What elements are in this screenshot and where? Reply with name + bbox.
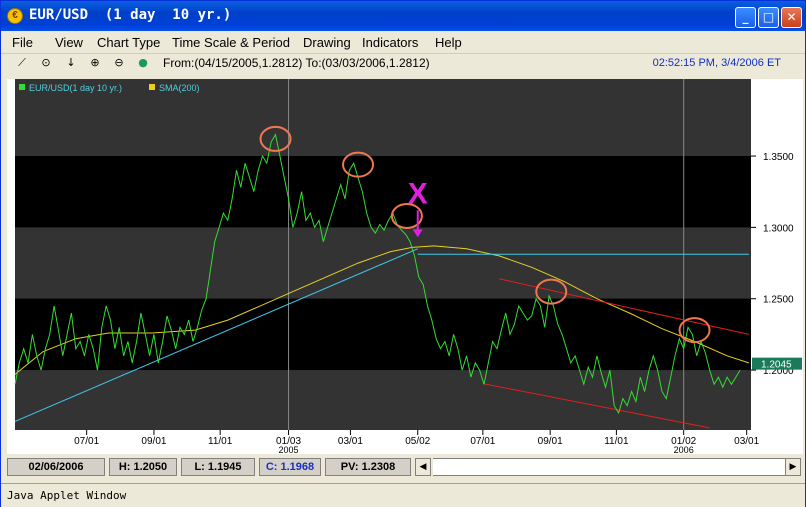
- menu-view[interactable]: View: [55, 35, 83, 50]
- status-low: L: 1.1945: [181, 458, 255, 476]
- grid-band: [15, 298, 751, 371]
- menu-help[interactable]: Help: [435, 35, 462, 50]
- applet-footer: Java Applet Window: [1, 483, 805, 507]
- menu-file[interactable]: File: [12, 35, 33, 50]
- maximize-button[interactable]: □: [758, 7, 779, 28]
- grid-band: [15, 227, 751, 299]
- line-draw-icon[interactable]: ⟋: [15, 56, 29, 70]
- status-high: H: 1.2050: [109, 458, 177, 476]
- app-window: € EUR/USD (1 day 10 yr.) _ □ ✕ File View…: [0, 0, 806, 507]
- currency-icon: €: [7, 8, 23, 24]
- status-date: 02/06/2006: [7, 458, 105, 476]
- footer-text: Java Applet Window: [7, 489, 127, 502]
- menu-indicators[interactable]: Indicators: [362, 35, 418, 50]
- menu-chart-type[interactable]: Chart Type: [97, 35, 160, 50]
- title-bar[interactable]: € EUR/USD (1 day 10 yr.) _ □ ✕: [1, 1, 805, 31]
- menu-bar: File View Chart Type Time Scale & Period…: [1, 31, 805, 53]
- menu-drawing[interactable]: Drawing: [303, 35, 351, 50]
- last-price-label: 1.2045: [761, 360, 792, 371]
- x-tick-label: 07/01: [74, 436, 99, 447]
- x-tick-label: 03/01: [734, 436, 759, 447]
- date-range-readout: From:(04/15/2005,1.2812) To:(03/03/2006,…: [163, 56, 430, 70]
- x-tick-label: 07/01: [470, 436, 495, 447]
- toolbar: ⟋ ⊙ ↓ ⊕ ⊖ ● From:(04/15/2005,1.2812) To:…: [1, 53, 805, 71]
- crosshair-icon[interactable]: ⊙: [39, 56, 53, 70]
- legend-swatch: [19, 84, 25, 90]
- status-pv: PV: 1.2308: [325, 458, 411, 476]
- y-axis-panel: [751, 79, 803, 454]
- x-tick-label: 11/01: [604, 436, 629, 447]
- x-tick-label: 11/01: [208, 436, 233, 447]
- arrow-down-icon[interactable]: ↓: [64, 56, 78, 70]
- close-button[interactable]: ✕: [781, 7, 802, 28]
- scroll-left-button[interactable]: ◀: [415, 458, 431, 476]
- clock-readout: 02:52:15 PM, 3/4/2006 ET: [652, 57, 781, 69]
- zoom-in-icon[interactable]: ⊕: [88, 56, 102, 70]
- status-bar: 02/06/2006 H: 1.2050 L: 1.1945 C: 1.1968…: [7, 458, 801, 476]
- x-tick-label: 03/01: [338, 436, 363, 447]
- scroll-track[interactable]: [433, 458, 785, 476]
- scroll-right-button[interactable]: ▶: [785, 458, 801, 476]
- x-tick-label: 09/01: [538, 436, 563, 447]
- legend-label: EUR/USD(1 day 10 yr.): [29, 83, 122, 93]
- x-tick-label: 09/01: [141, 436, 166, 447]
- status-close: C: 1.1968: [259, 458, 321, 476]
- x-marker-label: X: [408, 178, 428, 211]
- grid-band: [15, 156, 751, 228]
- price-chart[interactable]: 1.35001.30001.25001.200007/01 09/01 11/01 0…: [7, 79, 803, 455]
- x-tick-label: 05/02: [405, 436, 430, 447]
- chart-panel[interactable]: 1.3500 1.3000 1.2500 1.2000 07/01 09/01 11/01 0…: [7, 79, 803, 455]
- dot-icon[interactable]: ●: [136, 56, 150, 70]
- legend-swatch: [149, 84, 155, 90]
- x-tick-year-label: 2006: [674, 445, 694, 454]
- menu-time-scale[interactable]: Time Scale & Period: [172, 35, 290, 50]
- window-title: EUR/USD (1 day 10 yr.): [29, 7, 232, 23]
- y-tick-label: 1.3500: [763, 152, 794, 163]
- minimize-button[interactable]: _: [735, 7, 756, 28]
- y-tick-label: 1.3000: [763, 223, 794, 234]
- y-tick-label: 1.2500: [763, 295, 794, 306]
- left-margin: [7, 79, 15, 430]
- zoom-out-icon[interactable]: ⊖: [112, 56, 126, 70]
- grid-band: [15, 79, 751, 157]
- legend-label: SMA(200): [159, 83, 200, 93]
- x-tick-year-label: 2005: [279, 445, 299, 454]
